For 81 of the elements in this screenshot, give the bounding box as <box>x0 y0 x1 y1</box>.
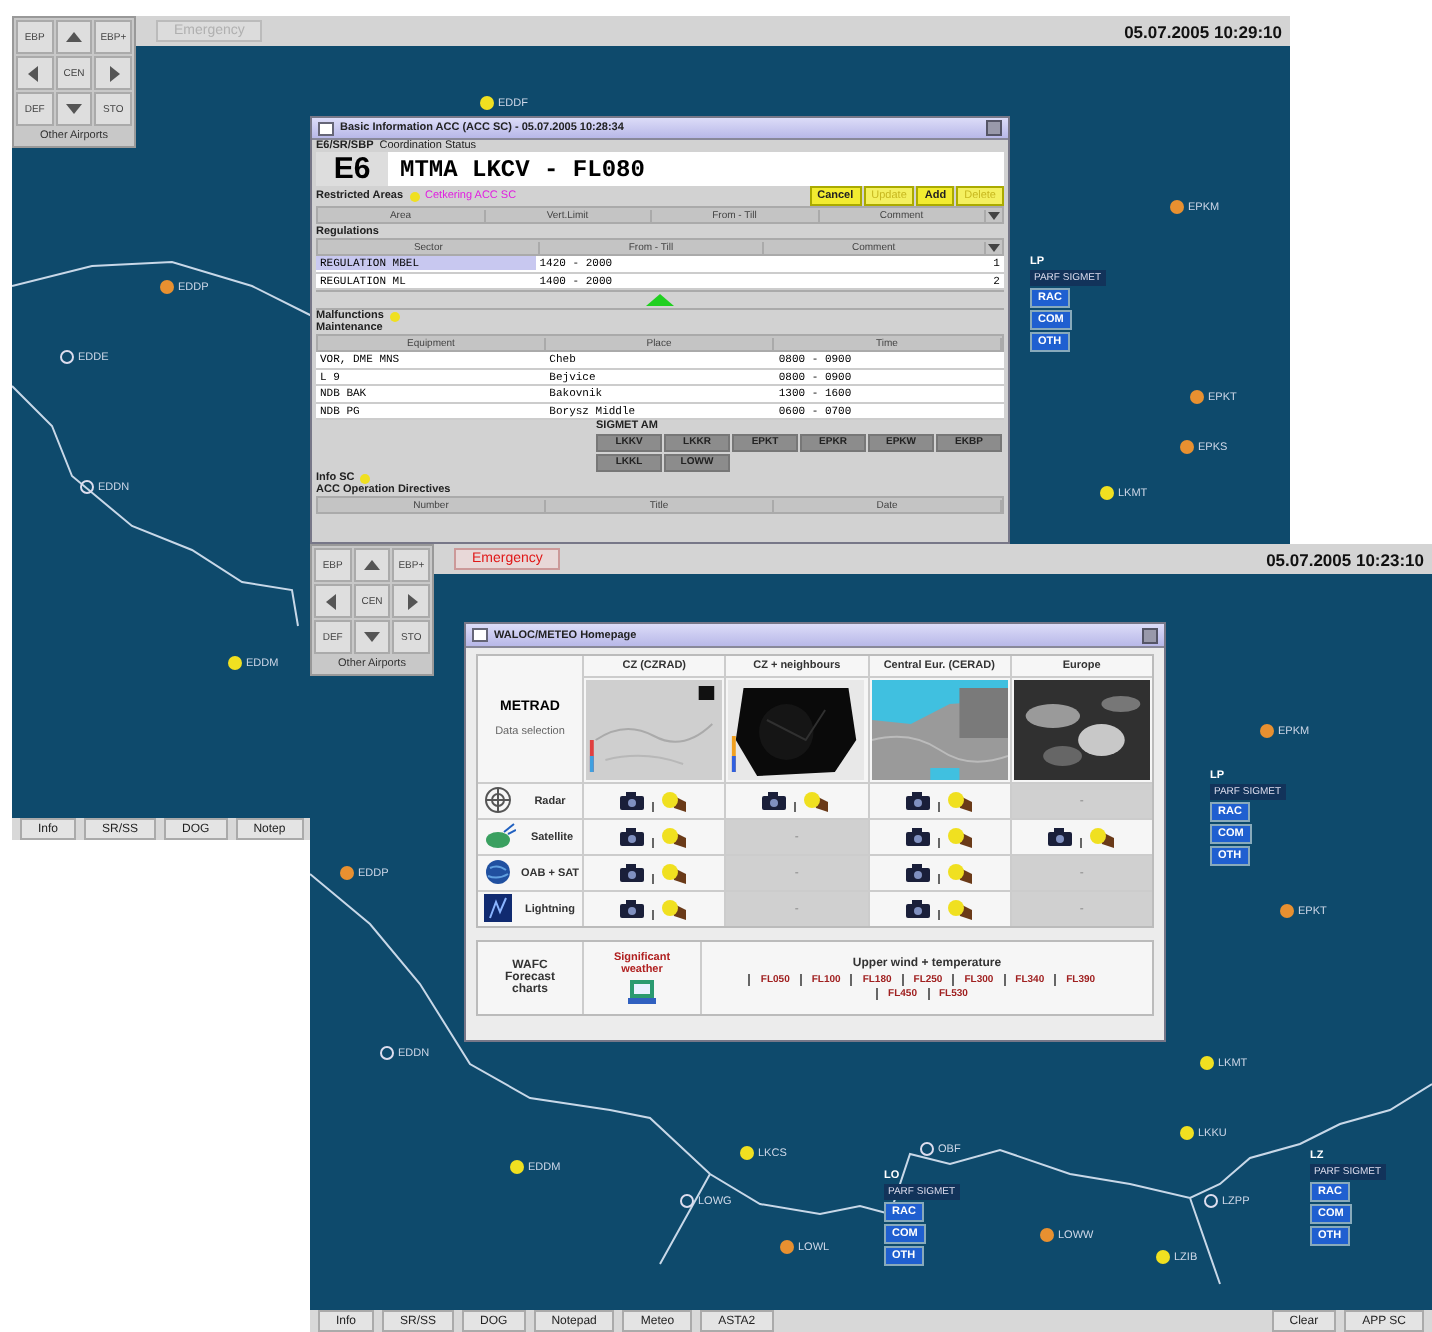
data-cell[interactable] <box>584 892 725 926</box>
hand-icon[interactable] <box>947 790 974 812</box>
camera-icon[interactable] <box>620 900 645 918</box>
airport-marker[interactable] <box>380 1046 394 1060</box>
indicator-icon <box>409 191 420 201</box>
arrow-button[interactable] <box>94 56 132 90</box>
airport-marker[interactable] <box>1170 200 1184 214</box>
satellite-icon <box>484 821 516 849</box>
data-cell[interactable] <box>869 856 1010 890</box>
camera-icon[interactable] <box>620 792 645 810</box>
arrow-button[interactable] <box>392 584 430 618</box>
data-cell[interactable] <box>869 784 1010 818</box>
close-button[interactable] <box>1142 627 1158 643</box>
coordination-value: MTMA LKCV - FL080 <box>398 155 645 183</box>
airport-marker[interactable] <box>1040 1228 1054 1242</box>
hand-icon[interactable] <box>662 826 689 848</box>
hand-icon[interactable] <box>662 862 689 884</box>
data-cell[interactable] <box>1011 820 1152 854</box>
airport-marker[interactable] <box>1280 904 1294 918</box>
airport-marker[interactable] <box>510 1160 524 1174</box>
date-time: 05.07.2005 10:23:10 <box>1266 549 1424 569</box>
airport-marker[interactable] <box>920 1142 934 1156</box>
arrow-icon <box>361 627 382 647</box>
data-cell[interactable] <box>869 892 1010 926</box>
globe-icon <box>484 857 512 885</box>
arrow-button[interactable] <box>16 56 54 90</box>
arrow-button[interactable] <box>353 548 391 582</box>
arrow-icon <box>361 555 382 575</box>
arrow-button[interactable] <box>353 620 391 654</box>
camera-icon[interactable] <box>905 828 930 846</box>
data-cell[interactable] <box>726 784 867 818</box>
hand-icon[interactable] <box>947 898 974 920</box>
airport-marker[interactable] <box>480 96 494 110</box>
airport-marker[interactable] <box>160 280 174 294</box>
airport-marker[interactable] <box>1190 390 1204 404</box>
arrow-button[interactable] <box>55 92 93 126</box>
airport-marker[interactable] <box>80 480 94 494</box>
camera-icon[interactable] <box>620 828 645 846</box>
radar-icon <box>484 785 512 813</box>
airport-marker[interactable] <box>780 1240 794 1254</box>
close-button[interactable] <box>986 120 1002 136</box>
camera-icon[interactable] <box>905 792 930 810</box>
hand-icon[interactable] <box>662 790 689 812</box>
chart-icon[interactable] <box>628 980 656 1004</box>
camera-icon[interactable] <box>762 792 787 810</box>
hand-icon[interactable] <box>1089 826 1116 848</box>
airport-marker[interactable] <box>60 350 74 364</box>
airport-marker[interactable] <box>1100 486 1114 500</box>
camera-icon[interactable] <box>905 864 930 882</box>
sector-label: E6 <box>316 152 388 186</box>
airport-marker[interactable] <box>1260 724 1274 738</box>
window-icon <box>472 628 488 642</box>
airport-marker[interactable] <box>1156 1250 1170 1264</box>
arrow-button[interactable] <box>55 20 93 54</box>
data-cell[interactable] <box>584 856 725 890</box>
airport-marker[interactable] <box>340 866 354 880</box>
hand-icon[interactable] <box>804 790 831 812</box>
hand-icon[interactable] <box>947 862 974 884</box>
airport-marker[interactable] <box>680 1194 694 1208</box>
airport-marker[interactable] <box>228 656 242 670</box>
date-time: 05.07.2005 10:29:10 <box>1124 21 1282 41</box>
camera-icon[interactable] <box>620 864 645 882</box>
arrow-icon <box>63 27 84 47</box>
indicator-icon <box>389 311 400 321</box>
data-cell[interactable] <box>584 820 725 854</box>
airport-marker[interactable] <box>1180 440 1194 454</box>
hand-icon[interactable] <box>947 826 974 848</box>
data-cell[interactable] <box>584 784 725 818</box>
airport-marker[interactable] <box>1204 1194 1218 1208</box>
lightning-icon <box>484 893 512 921</box>
airport-marker[interactable] <box>1180 1126 1194 1140</box>
arrow-button[interactable] <box>314 584 352 618</box>
data-cell[interactable] <box>869 820 1010 854</box>
camera-icon[interactable] <box>905 900 930 918</box>
window-icon <box>318 121 334 135</box>
arrow-icon <box>63 99 84 119</box>
hand-icon[interactable] <box>662 898 689 920</box>
airport-marker[interactable] <box>1200 1056 1214 1070</box>
camera-icon[interactable] <box>1047 828 1072 846</box>
airport-marker[interactable] <box>740 1146 754 1160</box>
indicator-icon <box>360 473 371 483</box>
